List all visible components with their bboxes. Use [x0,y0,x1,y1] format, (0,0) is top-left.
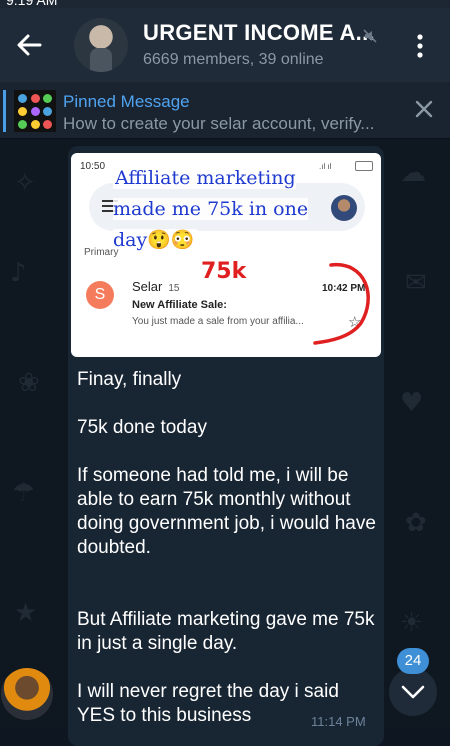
message-text: Finay, finally 75k done today If someone… [77,368,379,728]
message-paragraph: 75k done today [77,417,207,438]
image-sender: Selar 15 [132,279,180,294]
doodle-icon: ✧ [14,168,36,198]
close-icon[interactable] [414,99,434,119]
pinned-title: Pinned Message [63,92,190,111]
battery-icon [355,161,373,171]
doodle-icon: ☁ [400,158,426,188]
doodle-icon: ✿ [405,508,427,538]
image-headline: Affiliate marketing made me 75k in one d… [113,167,309,251]
member-count: 6669 members, 39 online [143,51,324,68]
scroll-to-bottom-button[interactable] [389,668,437,716]
message-image[interactable]: 10:50 .ıl ıl Affiliate marketing made me… [71,153,381,357]
doodle-icon: ♥ [400,388,424,418]
doodle-icon: ★ [14,598,38,628]
unread-count-badge: 24 [397,648,429,674]
doodle-icon: ☀ [400,608,424,638]
group-title[interactable]: URGENT INCOME A... [143,20,375,46]
image-phone-time: 10:50 [80,161,106,172]
image-amount-annotation: 75k [201,259,247,284]
red-circle-annotation [313,263,370,345]
image-primary-label: Primary [84,247,119,258]
message-paragraph: Finay, finally [77,369,182,390]
back-arrow-icon[interactable] [14,30,44,60]
doodle-icon: ✉ [405,268,427,298]
image-mail-preview: You just made a sale from your affilia..… [132,316,304,327]
more-options-icon[interactable] [410,32,430,60]
image-user-avatar [331,195,357,221]
message-paragraph: If someone had told me, i will be able t… [77,465,376,558]
group-avatar[interactable] [74,18,128,72]
status-time: 9:19 AM [6,0,58,8]
doodle-icon: ♪ [10,258,27,288]
chat-header: URGENT INCOME A... 6669 members, 39 onli… [0,8,450,82]
status-bar: 9:19 AM [0,0,450,8]
message-time: 11:14 PM [311,714,366,729]
doodle-icon: ❀ [18,368,40,398]
message-paragraph: But Affiliate marketing gave me 75k in j… [77,609,375,654]
image-sender-avatar: S [86,281,114,309]
pinned-thumbnail [14,90,56,132]
sender-avatar[interactable] [1,668,53,720]
pinned-text: How to create your selar account, verify… [63,114,375,133]
pinned-message-bar[interactable]: Pinned Message How to create your selar … [0,82,450,139]
muted-icon [363,29,377,43]
chevron-down-icon [401,685,425,699]
pinned-indicator [3,90,6,132]
doodle-icon: ☂ [12,478,36,508]
image-mail-subject: New Affiliate Sale: [132,299,227,311]
